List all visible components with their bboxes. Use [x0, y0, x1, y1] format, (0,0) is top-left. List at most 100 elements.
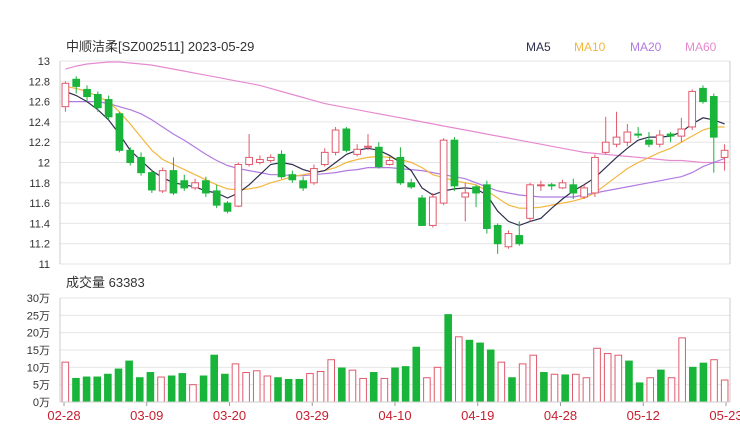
candle-body [364, 145, 372, 148]
candle [407, 178, 416, 189]
candle [396, 147, 405, 185]
candle-body [256, 158, 264, 164]
candle-body [612, 136, 621, 145]
volume-bar [412, 346, 421, 403]
candle-body [148, 172, 156, 191]
candle-body [245, 156, 253, 166]
candle-body [158, 170, 167, 192]
stock-chart: 中顺洁柔[SZ002511] 2023-05-29 MA5 MA10 MA20 … [27, 39, 740, 423]
candle [126, 147, 135, 166]
candle [472, 184, 480, 208]
candle-body [439, 139, 448, 204]
candle-body [202, 180, 210, 194]
candle [374, 142, 383, 169]
candle [655, 130, 664, 148]
x-tick-label: 03-09 [130, 408, 163, 423]
candle-body [472, 186, 480, 194]
candle-body [353, 148, 362, 155]
candle-body [310, 168, 318, 184]
candle [234, 162, 243, 208]
candle-body [396, 156, 405, 184]
legend-ma60: MA60 [685, 40, 717, 54]
candle-body [547, 184, 556, 187]
candle [601, 116, 610, 155]
volume-bar [540, 372, 548, 403]
candle-body [558, 182, 567, 189]
volume-bar [486, 349, 495, 403]
price-tick-label: 11.6 [29, 198, 50, 210]
price-tick-label: 12.6 [29, 97, 50, 109]
candle-body [234, 164, 243, 207]
volume-bar [114, 368, 123, 403]
candle-body [677, 128, 686, 137]
candle-body [709, 96, 718, 138]
candle [558, 179, 567, 189]
candle [709, 93, 718, 173]
candle-body [169, 170, 178, 194]
candle [115, 111, 124, 153]
price-tick-label: 13 [38, 56, 50, 68]
candle-body [288, 174, 297, 181]
candle-body [580, 187, 588, 198]
volume-bar [338, 367, 346, 403]
volume-bar [678, 337, 686, 403]
volume-bar [518, 363, 527, 403]
volume-bar [423, 377, 431, 403]
x-tick-label: 05-12 [627, 408, 660, 423]
candle-body [320, 151, 329, 166]
candle [331, 126, 340, 156]
candle-body [645, 139, 653, 145]
x-tick-label: 04-28 [544, 408, 577, 423]
candle [180, 174, 189, 191]
candle-body [137, 156, 145, 174]
candle [158, 167, 167, 193]
candle [61, 81, 70, 112]
candle-body [655, 134, 664, 145]
volume-bar [316, 370, 325, 403]
candle [537, 180, 545, 191]
volume-bar [231, 363, 240, 403]
volume-bar [667, 377, 676, 403]
volume-bar [455, 336, 463, 403]
candle-body [342, 128, 351, 151]
candle-body [191, 182, 199, 189]
volume-bar [274, 377, 282, 403]
candle [688, 89, 697, 131]
candle [612, 111, 621, 148]
volume-bar [284, 378, 293, 403]
candle-body [526, 184, 534, 219]
candle-body [591, 156, 599, 194]
candle [428, 192, 437, 228]
candle [645, 132, 653, 148]
candle-body [493, 224, 502, 245]
candle [634, 126, 642, 139]
candle [580, 184, 588, 200]
volume-bar [359, 377, 367, 403]
candle-body [537, 184, 545, 187]
x-axis: 02-28 03-09 03-20 03-29 04-10 04-19 04-28 05-12… [47, 401, 740, 423]
volume-bar [93, 376, 102, 403]
volume-bar [369, 372, 378, 403]
volume-bar [61, 361, 70, 403]
candle-body [515, 235, 524, 245]
candle-body [418, 197, 426, 226]
volume-bar [635, 382, 644, 403]
volume-bar [657, 369, 665, 403]
legend-ma10: MA10 [574, 40, 606, 54]
candle [483, 180, 491, 234]
volume-bar [125, 360, 133, 403]
candle-body [299, 180, 307, 189]
volume-bar [210, 354, 219, 403]
volume-bar [135, 377, 144, 403]
price-tick-label: 11.2 [29, 239, 50, 251]
candle-body [461, 192, 470, 198]
candle-body [104, 99, 113, 118]
candle-body [601, 141, 610, 153]
volume-bar [646, 377, 655, 403]
volume-tick-label: 30万 [27, 293, 50, 305]
candle-body [126, 149, 135, 164]
candle-body [720, 149, 729, 158]
candle-body [331, 129, 340, 153]
candle-body [504, 233, 513, 248]
price-tick-label: 12.8 [29, 76, 50, 88]
